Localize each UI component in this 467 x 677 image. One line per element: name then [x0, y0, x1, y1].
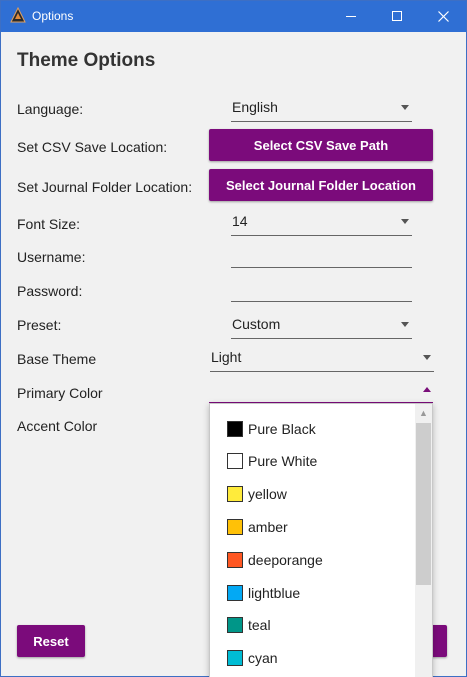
journal-folder-label: Set Journal Folder Location:: [17, 179, 193, 195]
color-swatch: [227, 650, 243, 667]
primary-color-dropdown: Pure Black Pure White yellow amber deeporang…: [209, 403, 433, 677]
page-title: Theme Options: [17, 50, 156, 71]
chevron-down-icon: [401, 322, 409, 327]
username-input[interactable]: [231, 246, 412, 268]
window-title: Options: [32, 9, 74, 23]
minimize-icon: [345, 16, 356, 17]
csv-location-label: Set CSV Save Location:: [17, 139, 168, 155]
preset-label: Preset:: [17, 317, 62, 333]
font-size-value: 14: [232, 213, 248, 229]
base-theme-select[interactable]: Light: [210, 349, 434, 372]
preset-select[interactable]: Custom: [231, 316, 412, 339]
color-option[interactable]: Pure White: [210, 445, 415, 478]
save-button[interactable]: [431, 625, 447, 657]
color-swatch: [227, 486, 243, 503]
color-option-label: lightblue: [248, 584, 301, 601]
password-label: Password:: [17, 283, 83, 299]
language-select[interactable]: English: [231, 99, 412, 122]
chevron-down-icon: [401, 219, 409, 224]
color-swatch: [227, 453, 243, 470]
scroll-up-icon[interactable]: ▲: [415, 406, 432, 420]
color-option[interactable]: teal: [210, 609, 415, 642]
color-option-label: yellow: [248, 486, 287, 503]
reset-button[interactable]: Reset: [17, 625, 85, 657]
language-label: Language:: [17, 101, 84, 117]
color-option-label: Pure White: [248, 453, 318, 470]
chevron-up-icon: [423, 387, 431, 392]
color-swatch: [227, 551, 243, 568]
app-logo-icon: [10, 7, 26, 23]
password-input[interactable]: [231, 280, 412, 302]
color-option[interactable]: cyan: [210, 642, 415, 675]
color-option[interactable]: amber: [210, 510, 415, 543]
dropdown-scrollbar[interactable]: ▲: [415, 404, 432, 677]
options-content: Theme Options Language: English Set CSV …: [1, 32, 466, 677]
color-option-label: deeporange: [248, 551, 323, 568]
minimize-button[interactable]: [328, 1, 374, 32]
preset-value: Custom: [232, 316, 281, 332]
font-size-select[interactable]: 14: [231, 213, 412, 236]
chevron-down-icon: [401, 105, 409, 110]
color-option[interactable]: Pure Black: [210, 412, 415, 445]
username-label: Username:: [17, 249, 86, 265]
close-button[interactable]: [420, 1, 466, 32]
color-option-label: teal: [248, 617, 271, 634]
close-icon: [437, 11, 449, 22]
maximize-icon: [391, 11, 402, 21]
color-swatch: [227, 584, 243, 601]
color-swatch: [227, 617, 243, 634]
select-journal-folder-button[interactable]: Select Journal Folder Location: [209, 169, 433, 201]
color-option-label: cyan: [248, 650, 278, 667]
color-swatch: [227, 518, 243, 535]
primary-color-select[interactable]: [210, 381, 434, 402]
primary-color-label: Primary Color: [17, 385, 103, 401]
title-bar: Options: [1, 1, 466, 32]
color-option[interactable]: yellow: [210, 478, 415, 511]
color-option[interactable]: deeporange: [210, 543, 415, 576]
scrollbar-thumb[interactable]: [416, 423, 431, 585]
language-value: English: [232, 99, 278, 115]
color-option-label: amber: [248, 518, 288, 535]
base-theme-value: Light: [211, 349, 242, 365]
color-swatch: [227, 420, 243, 437]
base-theme-label: Base Theme: [17, 351, 97, 367]
font-size-label: Font Size:: [17, 216, 81, 232]
maximize-button[interactable]: [374, 1, 420, 32]
color-option[interactable]: lightblue: [210, 576, 415, 609]
chevron-down-icon: [423, 355, 431, 360]
select-csv-path-button[interactable]: Select CSV Save Path: [209, 129, 433, 161]
options-window: Options Theme Options Language: English …: [0, 0, 467, 677]
color-option-label: Pure Black: [248, 420, 316, 437]
accent-color-label: Accent Color: [17, 418, 98, 434]
